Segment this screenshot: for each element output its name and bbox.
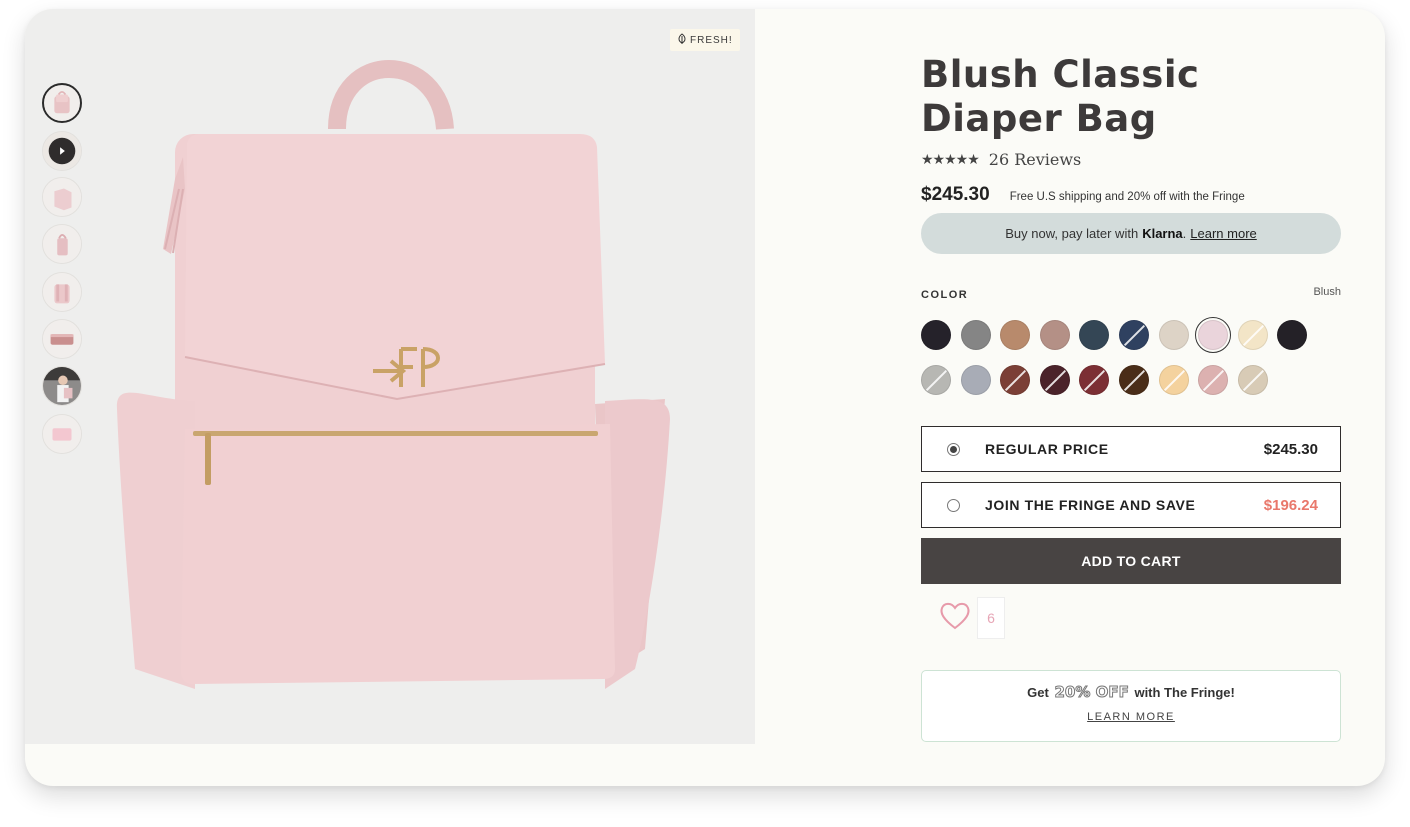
color-swatch[interactable] [1000, 365, 1031, 395]
promo-highlight: 20% OFF [1054, 683, 1129, 702]
klarna-prefix: Buy now, pay later with [1005, 226, 1139, 241]
fringe-price-option[interactable]: JOIN THE FRINGE AND SAVE $196.24 [921, 482, 1341, 528]
wishlist: 6 [939, 597, 1005, 639]
thumbnail-bag-angle[interactable] [42, 177, 82, 217]
color-swatch[interactable] [1158, 320, 1189, 350]
color-swatch[interactable] [1237, 320, 1268, 350]
radio-fringe-price[interactable] [947, 498, 960, 512]
selected-color-name: Blush [1313, 286, 1341, 298]
fringe-price-value: $196.24 [1263, 496, 1318, 514]
shipping-note: Free U.S shipping and 20% off with the F… [1009, 191, 1245, 203]
color-swatch[interactable] [1079, 320, 1110, 350]
heart-icon[interactable] [939, 601, 971, 636]
color-swatch[interactable] [1039, 365, 1070, 395]
klarna-learn-more-link[interactable]: Learn more [1190, 226, 1256, 241]
radio-regular-price[interactable] [947, 442, 960, 456]
promo-learn-more-link[interactable]: LEARN MORE [1087, 711, 1175, 723]
wishlist-count: 6 [977, 597, 1005, 639]
color-swatch[interactable] [921, 320, 951, 350]
thumbnail-bag-bottom[interactable] [42, 319, 82, 359]
price-row: $245.30 Free U.S shipping and 20% off wi… [921, 184, 1245, 206]
thumbnail-video[interactable] [42, 131, 82, 171]
klarna-banner: Buy now, pay later with Klarna. Learn mo… [921, 213, 1341, 254]
fringe-promo-box: Get 20% OFF with The Fringe! LEARN MORE [921, 670, 1341, 742]
regular-price-option[interactable]: REGULAR PRICE $245.30 [921, 426, 1341, 472]
regular-price-value: $245.30 [1263, 440, 1318, 458]
regular-price-label: REGULAR PRICE [985, 441, 1109, 457]
color-swatch[interactable] [1158, 365, 1189, 395]
color-swatch[interactable] [1195, 317, 1232, 353]
color-swatch[interactable] [1039, 320, 1070, 350]
thumbnail-bag-side[interactable] [42, 224, 82, 264]
fringe-price-label: JOIN THE FRINGE AND SAVE [985, 497, 1196, 513]
product-price: $245.30 [921, 184, 990, 205]
color-swatch[interactable] [1000, 320, 1031, 350]
color-swatch[interactable] [1237, 365, 1268, 395]
leaf-icon [677, 32, 687, 48]
thumbnail-bag-back[interactable] [42, 272, 82, 312]
color-swatch[interactable] [1119, 365, 1149, 395]
product-gallery: FRESH! [25, 9, 755, 744]
star-rating-icon: ★★★★★ [921, 151, 980, 167]
color-swatch[interactable] [960, 365, 991, 395]
fresh-badge: FRESH! [670, 29, 740, 51]
promo-prefix: Get [1027, 685, 1049, 700]
product-main-image [116, 60, 670, 689]
color-swatch[interactable] [921, 365, 951, 395]
klarna-brand: Klarna [1142, 226, 1183, 241]
reviews-link[interactable]: 26 Reviews [989, 150, 1082, 169]
add-to-cart-button[interactable]: ADD TO CART [921, 538, 1341, 584]
product-title: Blush Classic Diaper Bag [921, 53, 1200, 140]
color-swatch[interactable] [1079, 365, 1110, 395]
thumbnail-bag-front[interactable] [42, 83, 82, 123]
thumbnail-pouch[interactable] [42, 414, 82, 454]
rating-row[interactable]: ★★★★★ 26 Reviews [921, 150, 1081, 169]
promo-text: Get 20% OFF with The Fringe! [922, 683, 1340, 702]
product-card: FRESH! Blush Classic Diaper Bag ★★★★★ 26… [25, 9, 1385, 786]
color-swatch[interactable] [1198, 365, 1229, 395]
promo-suffix: with The Fringe! [1134, 685, 1235, 700]
thumbnail-lifestyle[interactable] [42, 366, 82, 406]
color-swatch[interactable] [1277, 320, 1308, 350]
color-label: COLOR [921, 289, 969, 301]
klarna-period: . [1182, 226, 1187, 241]
color-swatch[interactable] [960, 320, 991, 350]
color-swatch[interactable] [1119, 320, 1149, 350]
fresh-badge-label: FRESH! [690, 34, 733, 46]
